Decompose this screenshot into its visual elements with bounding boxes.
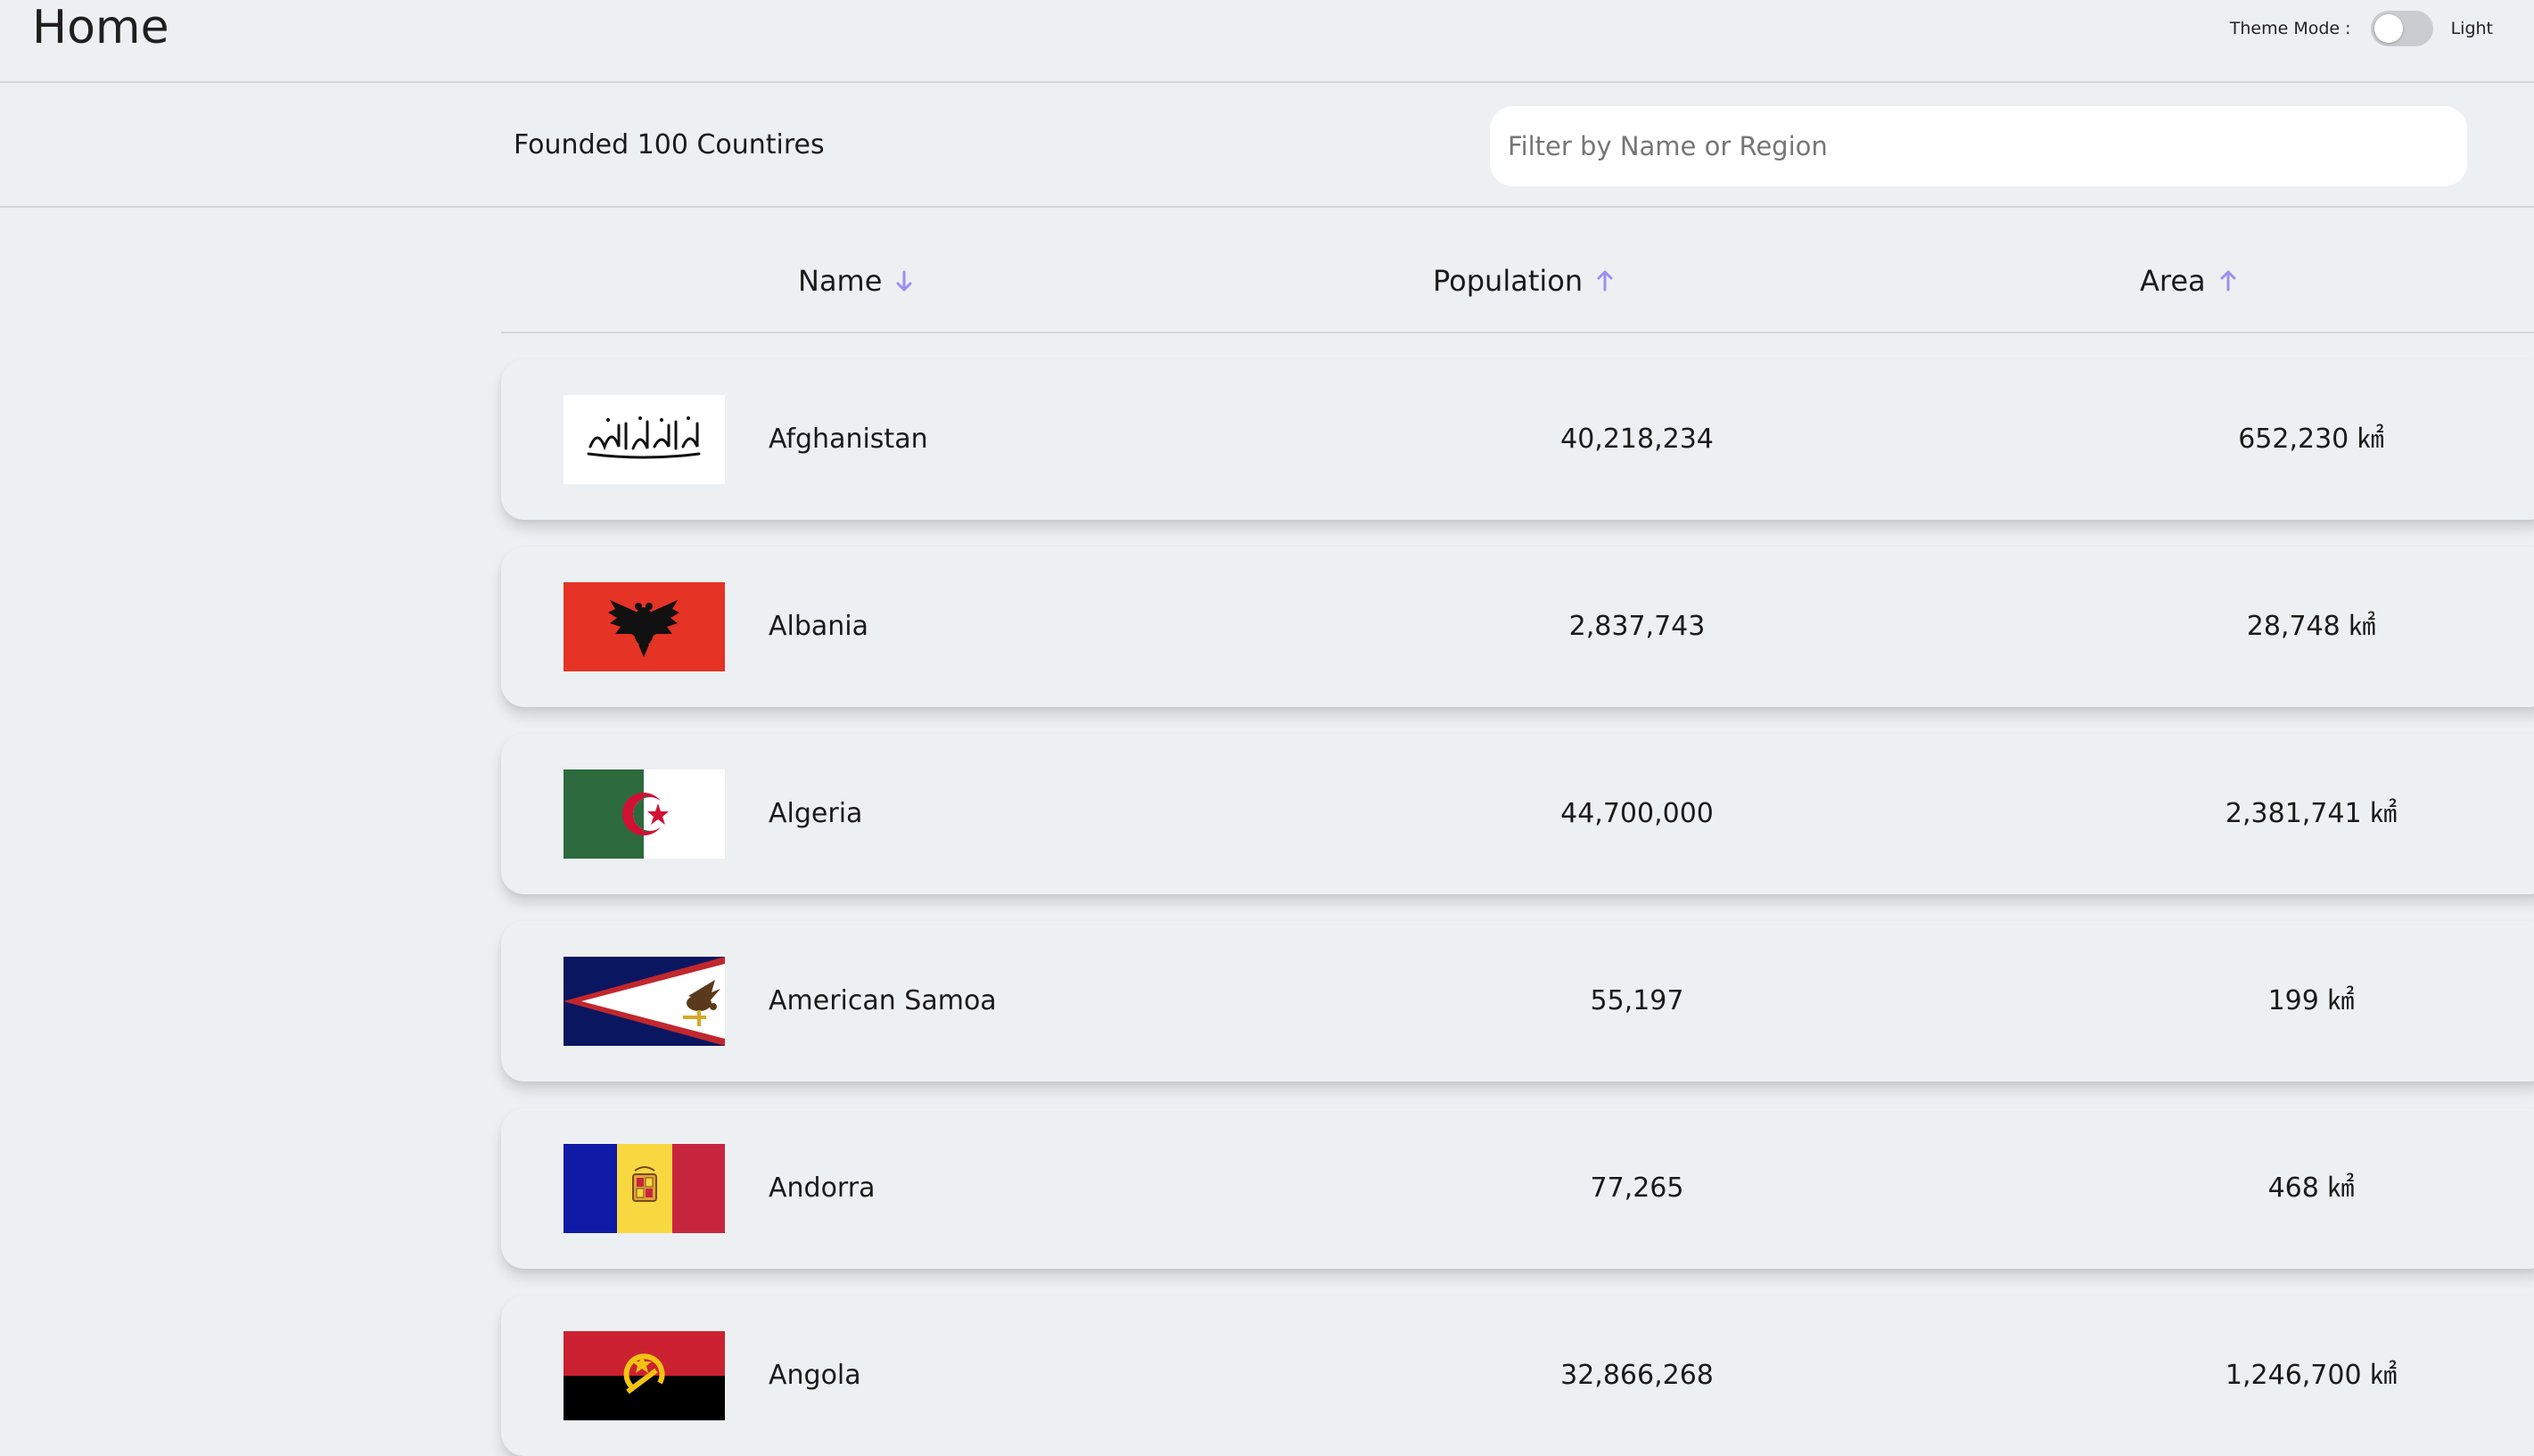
- theme-mode-control: Theme Mode : Light: [2230, 9, 2493, 48]
- theme-mode-label: Theme Mode :: [2229, 19, 2351, 38]
- country-row[interactable]: Albania 2,837,743 28,748 ㎢: [501, 547, 2534, 707]
- country-row[interactable]: Afghanistan 40,218,234 652,230 ㎢: [501, 359, 2534, 520]
- filter-input[interactable]: [1490, 106, 2467, 186]
- arrow-up-icon: [1597, 270, 1613, 292]
- country-name: Algeria: [769, 798, 863, 829]
- american-samoa-flag-icon: [564, 957, 725, 1046]
- country-population: 32,866,268: [1560, 1360, 1714, 1391]
- country-row[interactable]: Angola 32,866,268 1,246,700 ㎢: [501, 1296, 2534, 1456]
- algeria-flag-icon: [564, 769, 725, 859]
- country-name: Afghanistan: [769, 424, 928, 455]
- arrow-down-icon: [896, 270, 912, 292]
- sort-by-population[interactable]: Population: [1433, 261, 1615, 300]
- country-name: Albania: [769, 611, 869, 642]
- country-area: 652,230 ㎢: [2238, 424, 2384, 455]
- country-population: 40,218,234: [1560, 424, 1714, 455]
- theme-mode-value: Light: [2450, 19, 2493, 38]
- country-area: 28,748 ㎢: [2246, 611, 2376, 642]
- albania-flag-icon: [564, 582, 725, 671]
- theme-toggle[interactable]: [2370, 11, 2433, 46]
- table-header: Name Population Area: [501, 208, 2534, 333]
- column-label: Name: [798, 264, 883, 298]
- country-count: Founded 100 Countires: [514, 129, 825, 160]
- column-label: Population: [1433, 264, 1584, 298]
- country-name: Angola: [769, 1360, 861, 1391]
- arrow-up-icon: [2220, 270, 2236, 292]
- country-row[interactable]: Andorra 77,265 468 ㎢: [501, 1108, 2534, 1269]
- sort-by-name[interactable]: Name: [798, 261, 914, 300]
- column-label: Area: [2140, 264, 2206, 298]
- app-header: Home Theme Mode : Light: [0, 0, 2534, 83]
- sort-by-area[interactable]: Area: [2140, 261, 2238, 300]
- country-name: American Samoa: [769, 985, 997, 1016]
- country-population: 2,837,743: [1568, 611, 1706, 642]
- country-name: Andorra: [769, 1172, 876, 1204]
- angola-flag-icon: [564, 1331, 725, 1420]
- country-row[interactable]: Algeria 44,700,000 2,381,741 ㎢: [501, 734, 2534, 894]
- page-title: Home: [32, 1, 169, 54]
- country-population: 44,700,000: [1560, 798, 1714, 829]
- country-row[interactable]: American Samoa 55,197 199 ㎢: [501, 921, 2534, 1082]
- country-area: 468 ㎢: [2267, 1172, 2355, 1204]
- country-population: 77,265: [1590, 1172, 1684, 1204]
- country-population: 55,197: [1590, 985, 1684, 1016]
- andorra-flag-icon: [564, 1144, 725, 1233]
- country-area: 199 ㎢: [2267, 985, 2355, 1016]
- country-area: 2,381,741 ㎢: [2225, 798, 2398, 829]
- country-area: 1,246,700 ㎢: [2225, 1360, 2398, 1391]
- toolbar: Founded 100 Countires: [0, 83, 2534, 208]
- toggle-knob: [2374, 14, 2403, 43]
- afghanistan-flag-icon: [564, 395, 725, 484]
